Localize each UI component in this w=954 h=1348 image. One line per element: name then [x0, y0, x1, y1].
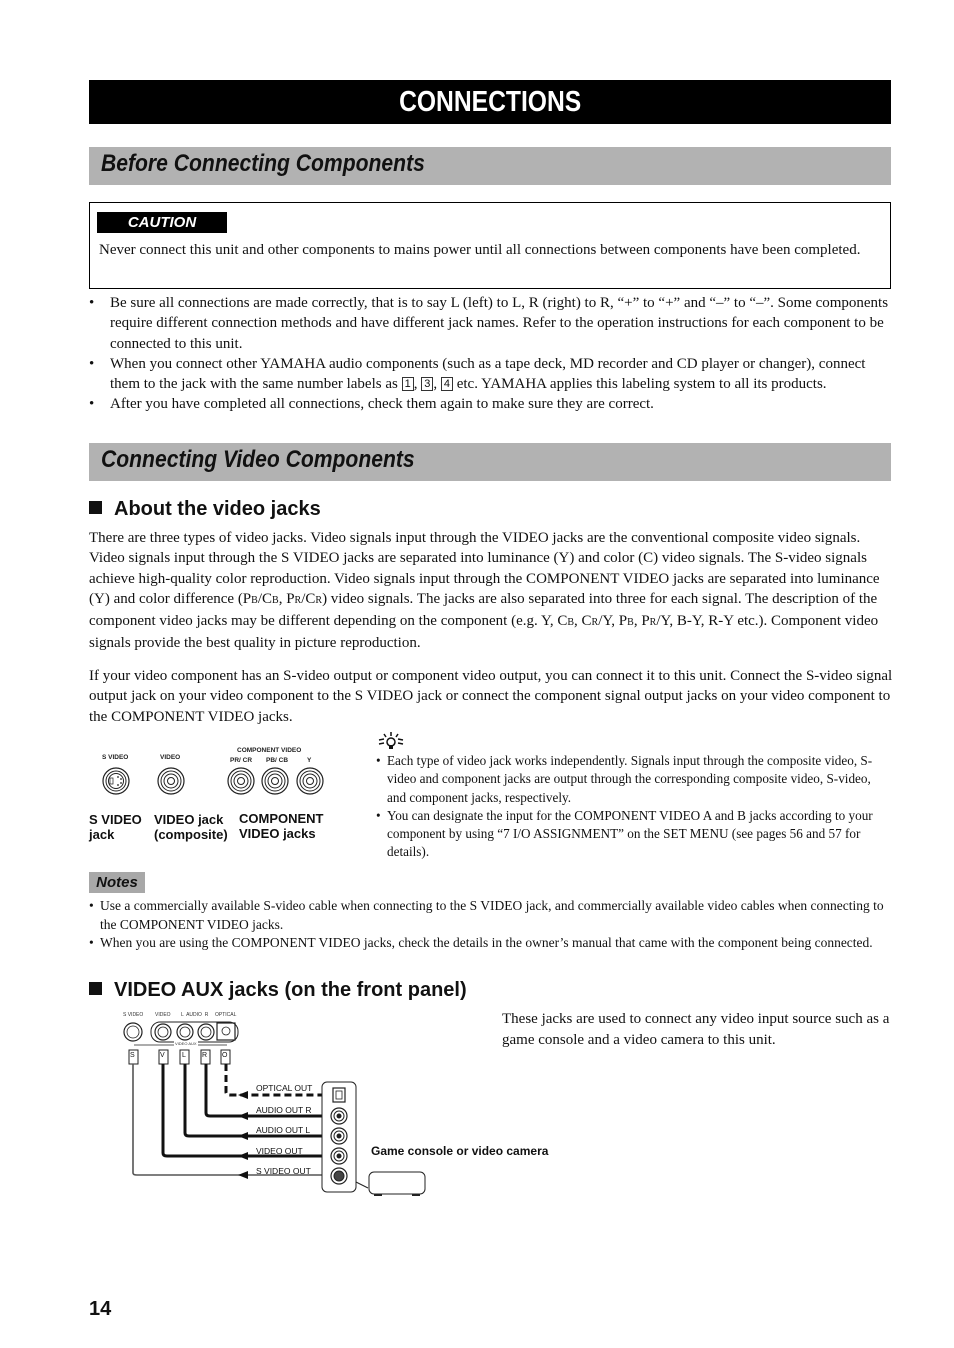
tip-text: You can designate the input for the COMP…: [387, 807, 873, 860]
video-aux-diagram: S VIDEO VIDEO L AUDIO R OPTICAL VIDEO AU…: [115, 1010, 595, 1200]
video-jacks-diagram: S VIDEO VIDEO COMPONENT VIDEO PR/ CR PB/…: [89, 740, 364, 850]
subscript: B: [251, 594, 258, 606]
caution-label: CAUTION: [97, 212, 227, 233]
panel-label-video: VIDEO: [155, 1012, 171, 1018]
subheading-about-video-jacks: About the video jacks: [89, 498, 321, 521]
note-text: Use a commercially available S-video cab…: [100, 898, 884, 932]
output-panel: [321, 1081, 357, 1193]
page-title-bar: CONNECTIONS: [89, 80, 891, 124]
plug-letter: L: [182, 1052, 186, 1059]
output-label-audio-l: AUDIO OUT L: [256, 1125, 311, 1135]
aux-wiring-diagram: [123, 1021, 426, 1196]
panel-label-optical: OPTICAL: [215, 1012, 237, 1018]
caption-line: S VIDEO: [89, 812, 142, 827]
paragraph-text: , P: [278, 590, 295, 607]
device-label: Game console or video camera: [371, 1144, 549, 1158]
label-video: VIDEO: [160, 754, 181, 761]
caption-line: VIDEO jack: [154, 812, 224, 827]
caption-s-video-jack: S VIDEO jack: [89, 812, 142, 842]
about-paragraph-2: If your video component has an S-video o…: [89, 668, 893, 725]
label-y: Y: [307, 757, 312, 764]
before-connecting-bullets: Be sure all connections are made correct…: [89, 293, 893, 415]
output-label-audio-r: AUDIO OUT R: [256, 1105, 312, 1115]
section-header-connecting-video: Connecting Video Components: [89, 443, 891, 481]
caption-line: (composite): [154, 827, 228, 842]
page-number: 14: [89, 1298, 112, 1320]
bullet-item: Be sure all connections are made correct…: [89, 293, 893, 354]
panel-label-video-aux: VIDEO AUX: [174, 1041, 198, 1046]
number-label-box: 1: [401, 377, 414, 392]
paragraph-text: , C: [574, 613, 592, 630]
section-heading: Before Connecting Components: [101, 150, 425, 177]
paragraph-text: /C: [257, 590, 273, 607]
subheading-text: About the video jacks: [114, 498, 321, 520]
page-title: CONNECTIONS: [398, 86, 582, 118]
label-pb-cb: PB/ CB: [266, 757, 289, 764]
bullet-text: Be sure all connections are made correct…: [110, 295, 889, 352]
paragraph-text: /C: [301, 590, 316, 607]
plug-letter: R: [202, 1052, 208, 1059]
number-label-box: 4: [440, 377, 453, 392]
label-pr-cr: PR/ CR: [230, 757, 253, 764]
label-s-video: S VIDEO: [102, 754, 129, 761]
caption-video-jack: VIDEO jack (composite): [154, 812, 228, 842]
cable-plugs: [128, 1049, 231, 1065]
note-item: When you are using the COMPONENT VIDEO j…: [89, 934, 893, 953]
game-console-device-icon: [355, 1171, 426, 1196]
caption-line: VIDEO jacks: [239, 826, 316, 841]
output-label-s-video: S VIDEO OUT: [256, 1166, 311, 1176]
component-y-jack-icon: [296, 767, 324, 795]
caption-component-jacks: COMPONENT VIDEO jacks: [239, 811, 324, 841]
cables: [132, 1064, 339, 1176]
bullet-item: When you connect other YAMAHA audio comp…: [89, 354, 893, 395]
subscript: B: [627, 617, 634, 629]
output-label-optical: OPTICAL OUT: [256, 1083, 313, 1093]
section-heading: Connecting Video Components: [101, 446, 415, 473]
note-text: When you are using the COMPONENT VIDEO j…: [100, 935, 873, 950]
component-pb-jack-icon: [261, 767, 289, 795]
notes-label: Notes: [89, 872, 145, 893]
about-paragraph-1: There are three types of video jacks. Vi…: [89, 528, 893, 654]
square-bullet-icon: [89, 982, 102, 995]
tip-text: Each type of video jack works independen…: [387, 753, 873, 805]
plug-letter: O: [222, 1052, 228, 1059]
panel-label-s-video: S VIDEO: [123, 1012, 144, 1018]
tips-list: Each type of video jack works independen…: [376, 752, 892, 862]
composite-video-jack-icon: [157, 767, 185, 795]
tip-item: You can designate the input for the COMP…: [376, 807, 892, 862]
caution-box: CAUTION Never connect this unit and othe…: [89, 202, 891, 289]
number-label-box: 3: [421, 377, 434, 392]
s-video-jack-icon: [102, 767, 130, 795]
caption-line: COMPONENT: [239, 811, 324, 826]
panel-label-audio: L AUDIO R: [181, 1012, 209, 1018]
label-component-video: COMPONENT VIDEO: [237, 747, 302, 754]
tip-item: Each type of video jack works independen…: [376, 752, 892, 807]
jack-illustrations: [102, 767, 324, 795]
section-header-before-connecting: Before Connecting Components: [89, 147, 891, 185]
caution-text: Never connect this unit and other compon…: [99, 242, 861, 258]
component-pr-jack-icon: [227, 767, 255, 795]
paragraph-text: , P: [633, 613, 650, 630]
subscript: B: [272, 594, 279, 606]
paragraph-text: /Y, P: [598, 613, 628, 630]
subheading-video-aux: VIDEO AUX jacks (on the front panel): [89, 979, 467, 1002]
square-bullet-icon: [89, 501, 102, 514]
subheading-text: VIDEO AUX jacks (on the front panel): [114, 979, 467, 1001]
plug-letter: V: [160, 1052, 165, 1059]
note-item: Use a commercially available S-video cab…: [89, 897, 893, 934]
plug-letter: S: [130, 1052, 135, 1059]
notes-list: Use a commercially available S-video cab…: [89, 897, 893, 953]
bullet-text: After you have completed all connections…: [110, 396, 654, 413]
output-label-video: VIDEO OUT: [256, 1146, 303, 1156]
lightbulb-tip-icon: [376, 731, 406, 754]
bullet-item: After you have completed all connections…: [89, 394, 893, 415]
caption-line: jack: [89, 827, 115, 842]
bullet-text: etc. YAMAHA applies this labeling system…: [452, 376, 827, 393]
